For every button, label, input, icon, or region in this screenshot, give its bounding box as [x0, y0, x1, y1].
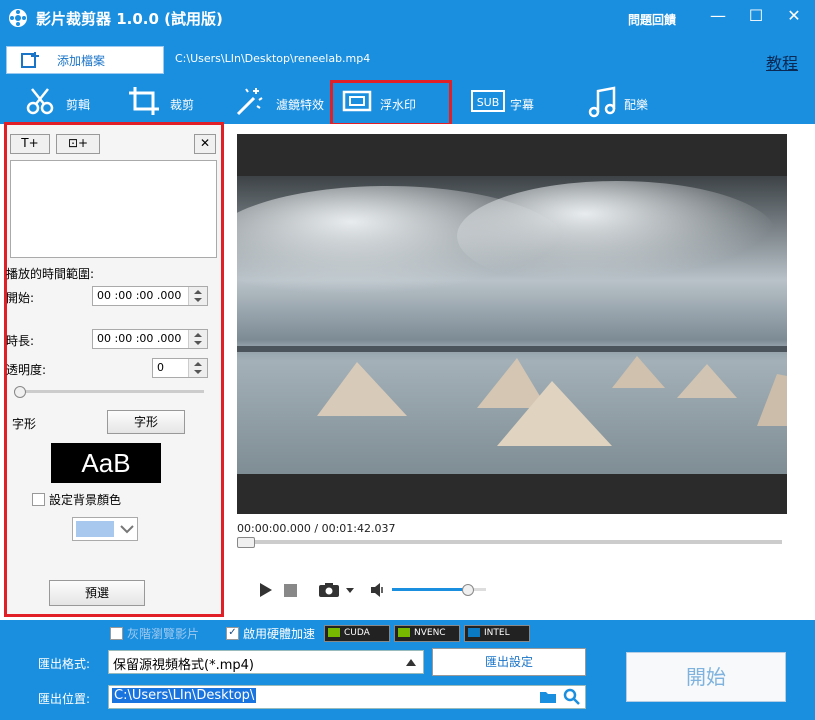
app-title: 影片裁剪器 1.0.0 (試用版): [36, 10, 223, 28]
video-frame: [237, 176, 787, 474]
add-text-button[interactable]: T+: [10, 134, 50, 154]
opacity-value: 0: [157, 361, 164, 374]
tab-watermark[interactable]: 浮水印: [342, 82, 442, 122]
format-select[interactable]: 保留源視頻格式(*.mp4): [108, 650, 424, 674]
grayscale-label: 灰階瀏覽影片: [127, 627, 200, 641]
location-label: 匯出位置:: [38, 692, 91, 706]
watermark-icon: [342, 90, 372, 112]
volume-fill: [392, 588, 468, 591]
location-field[interactable]: C:\Users\LIn\Desktop\: [108, 685, 586, 709]
folder-icon[interactable]: [539, 689, 557, 704]
play-icon[interactable]: [258, 582, 274, 598]
magic-wand-icon: [236, 88, 263, 116]
opacity-slider-knob[interactable]: [14, 386, 26, 398]
search-icon[interactable]: [563, 688, 581, 706]
volume-icon[interactable]: [370, 582, 386, 598]
opacity-spinner[interactable]: 0: [152, 358, 208, 378]
gpu-logo-icon: [468, 628, 480, 637]
add-file-button[interactable]: 添加檔案: [6, 46, 164, 74]
spinner-arrows-icon[interactable]: [188, 359, 207, 377]
location-value: C:\Users\LIn\Desktop\: [112, 688, 257, 703]
nvenc-badge: NVENC: [394, 625, 460, 642]
tab-trim[interactable]: 剪輯: [22, 82, 102, 122]
bg-color-picker[interactable]: [72, 517, 138, 541]
tab-crop-label: 裁剪: [170, 98, 195, 112]
crop-icon: [129, 87, 159, 115]
scissors-icon: [26, 88, 54, 115]
font-preview: AaB: [51, 443, 161, 483]
duration-label: 時長:: [6, 334, 35, 348]
start-time-spinner[interactable]: 00 :00 :00 .000: [92, 286, 208, 306]
chevron-down-icon: [120, 525, 134, 534]
watermark-list[interactable]: [10, 160, 217, 258]
tab-music-label: 配樂: [624, 98, 649, 112]
time-readout: 00:00:00.000 / 00:01:42.037: [237, 522, 396, 535]
font-button[interactable]: 字形: [107, 410, 185, 434]
tab-subtitle-label: 字幕: [510, 98, 535, 112]
color-swatch: [76, 521, 114, 537]
timeline-slider[interactable]: [237, 540, 782, 544]
film-reel-icon: [9, 9, 27, 27]
hw-accel-checkbox[interactable]: ✓: [226, 627, 239, 640]
timeline-knob[interactable]: [237, 537, 255, 548]
camera-icon[interactable]: [318, 582, 356, 598]
nvenc-label: NVENC: [414, 628, 446, 638]
add-file-icon: [21, 52, 39, 68]
music-icon: [588, 86, 616, 118]
opacity-slider[interactable]: [14, 390, 204, 393]
add-image-button[interactable]: ⊡+: [56, 134, 100, 154]
svg-text:SUB: SUB: [477, 96, 500, 109]
export-settings-button[interactable]: 匯出設定: [432, 648, 586, 676]
intel-label: INTEL: [484, 628, 510, 638]
intel-badge: INTEL: [464, 625, 530, 642]
duration-value: 00 :00 :00 .000: [97, 332, 182, 345]
format-label: 匯出格式:: [38, 657, 91, 671]
spinner-arrows-icon[interactable]: [188, 287, 207, 305]
time-range-label: 播放的時間範圍:: [6, 267, 95, 281]
bg-color-label: 設定背景顏色: [49, 493, 122, 507]
minimize-button[interactable]: —: [706, 6, 730, 25]
cuda-badge: CUDA: [324, 625, 390, 642]
tab-subtitle[interactable]: SUB 字幕: [470, 82, 560, 122]
spinner-arrows-icon[interactable]: [188, 330, 207, 348]
tab-filters-label: 濾鏡特效: [276, 98, 325, 112]
tutorial-link[interactable]: 教程: [766, 50, 798, 74]
tab-filters[interactable]: 濾鏡特效: [232, 82, 330, 122]
maximize-button[interactable]: ☐: [744, 6, 768, 25]
feedback-link[interactable]: 問題回饋: [628, 11, 676, 28]
tab-music[interactable]: 配樂: [588, 82, 668, 122]
add-file-label: 添加檔案: [57, 54, 106, 68]
hw-accel-label: 啟用硬體加速: [243, 627, 316, 641]
chevron-up-icon: [406, 659, 416, 666]
total-time: / 00:01:42.037: [314, 522, 396, 535]
tab-crop[interactable]: 裁剪: [128, 82, 208, 122]
stop-icon[interactable]: [284, 584, 298, 598]
gpu-logo-icon: [398, 628, 410, 637]
bg-color-checkbox[interactable]: [32, 493, 45, 506]
start-time-value: 00 :00 :00 .000: [97, 289, 182, 302]
start-button[interactable]: 開始: [626, 652, 786, 702]
remove-button[interactable]: ✕: [194, 134, 216, 154]
grayscale-checkbox[interactable]: [110, 627, 123, 640]
file-path: C:\Users\LIn\Desktop\reneelab.mp4: [175, 52, 371, 65]
tab-watermark-label: 浮水印: [380, 98, 417, 112]
title-bar: 影片裁剪器 1.0.0 (試用版) 問題回饋 — ☐ ✕: [0, 0, 815, 36]
preset-button[interactable]: 預選: [49, 580, 145, 606]
tab-trim-label: 剪輯: [66, 98, 91, 112]
duration-spinner[interactable]: 00 :00 :00 .000: [92, 329, 208, 349]
format-value: 保留源視頻格式(*.mp4): [113, 658, 254, 673]
start-label: 開始:: [6, 291, 35, 305]
font-label: 字形: [12, 417, 37, 431]
cuda-label: CUDA: [344, 628, 370, 638]
current-time: 00:00:00.000: [237, 522, 311, 535]
gpu-logo-icon: [328, 628, 340, 637]
close-button[interactable]: ✕: [782, 6, 806, 25]
opacity-label: 透明度:: [6, 363, 47, 377]
subtitle-icon: SUB: [471, 90, 505, 112]
